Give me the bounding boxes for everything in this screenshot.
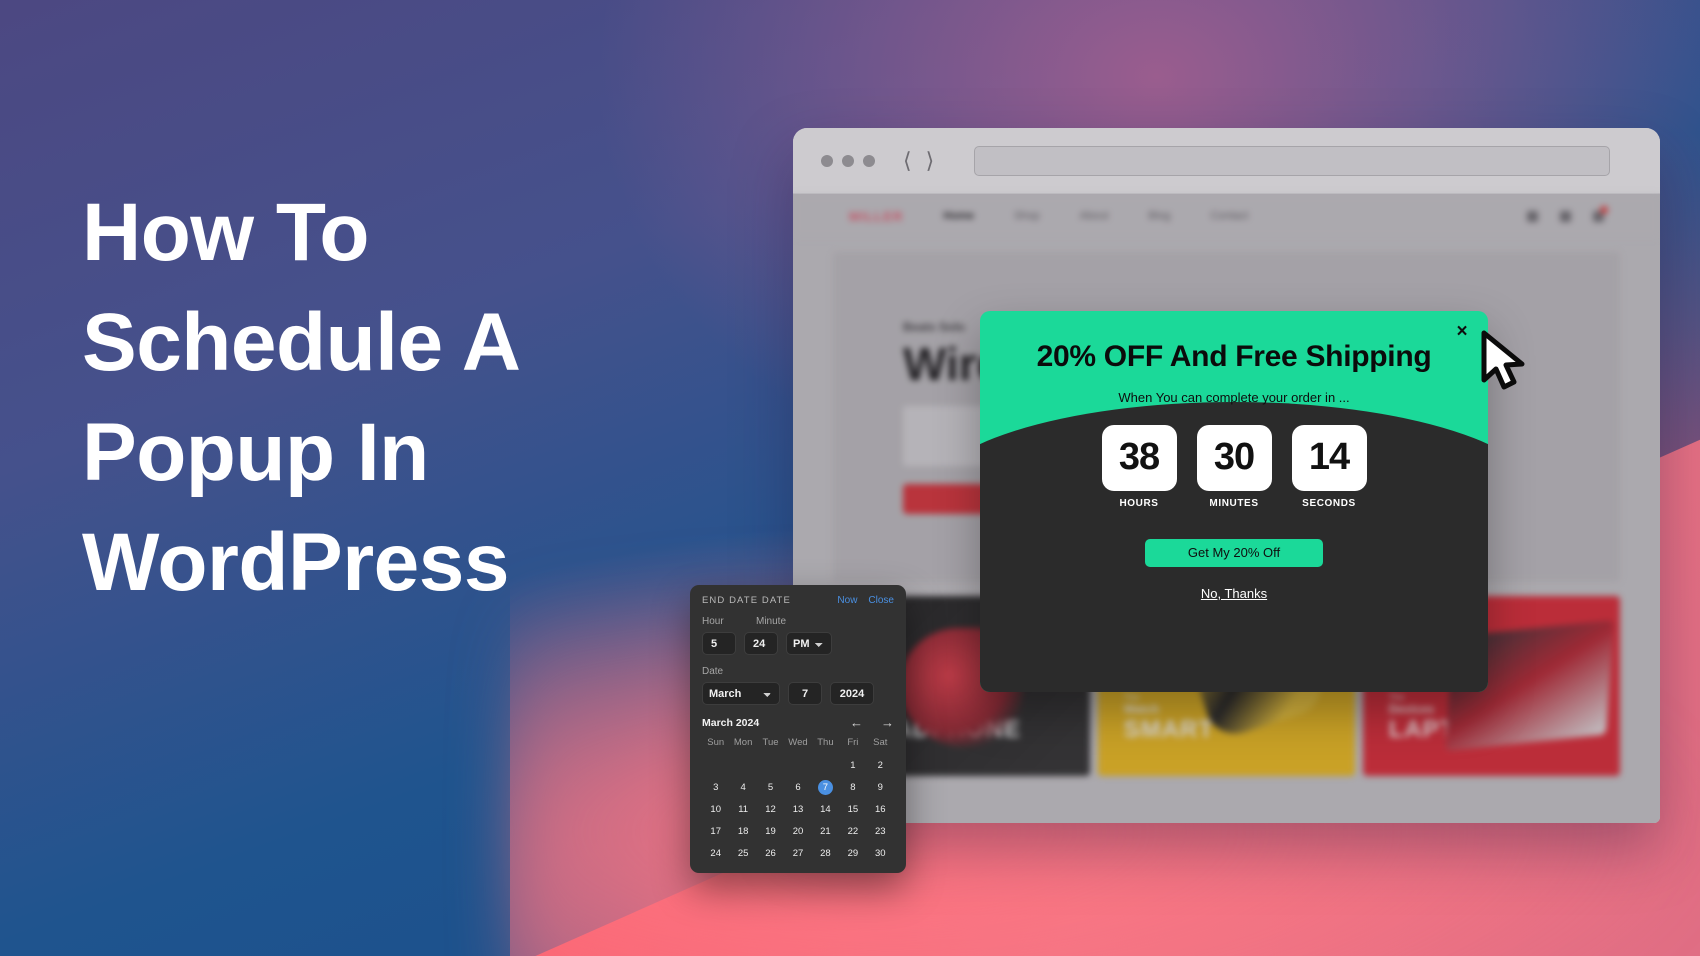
calendar-day[interactable]: 22 xyxy=(839,824,866,839)
date-label: Date xyxy=(702,666,724,677)
countdown-hours-label: HOURS xyxy=(1119,497,1159,509)
calendar-day[interactable]: 4 xyxy=(729,780,756,795)
countdown-minutes-label: MINUTES xyxy=(1209,497,1259,509)
back-icon[interactable]: ⟨ xyxy=(903,149,912,172)
calendar-day[interactable]: 28 xyxy=(812,846,839,861)
calendar-day[interactable]: 21 xyxy=(812,824,839,839)
calendar-day[interactable]: 24 xyxy=(702,846,729,861)
url-input[interactable] xyxy=(974,145,1610,176)
calendar-dow-fri: Fri xyxy=(847,737,859,748)
get-offer-button[interactable]: Get My 20% Off xyxy=(1145,538,1323,567)
calendar-day[interactable]: 10 xyxy=(702,802,729,817)
calendar-day-blank xyxy=(784,758,811,773)
month-select[interactable]: March xyxy=(702,682,780,705)
calendar-day[interactable]: 13 xyxy=(784,802,811,817)
calendar-dow-tue: Tue xyxy=(762,737,779,748)
calendar-day-blank xyxy=(757,758,784,773)
calendar-grid: Sun Mon Tue Wed Thu Fri Sat 1 2 3 4 5 6 7 8 9 10 11 12 13 14… xyxy=(702,737,894,861)
calendar-day[interactable]: 8 xyxy=(839,780,866,795)
calendar-day[interactable]: 6 xyxy=(784,780,811,795)
countdown-unit-minutes: 30 MINUTES xyxy=(1196,424,1272,509)
calendar-day[interactable]: 12 xyxy=(757,802,784,817)
calendar-dow-sun: Sun xyxy=(707,737,725,748)
picker-close-link[interactable]: Close xyxy=(868,595,894,606)
calendar-day[interactable]: 23 xyxy=(867,824,894,839)
calendar-day-blank xyxy=(702,758,729,773)
browser-toolbar: ⟨ ⟩ xyxy=(793,128,1660,194)
prev-month-icon[interactable]: ← xyxy=(850,716,863,729)
calendar-day[interactable]: 5 xyxy=(757,780,784,795)
countdown-timer: 38 HOURS 30 MINUTES 14 SECONDS xyxy=(980,424,1488,509)
minute-input[interactable] xyxy=(744,632,778,655)
calendar-day[interactable]: 20 xyxy=(784,824,811,839)
ampm-select[interactable]: PM xyxy=(786,632,832,655)
time-inputs-row: PM xyxy=(702,632,894,655)
calendar-day[interactable]: 19 xyxy=(757,824,784,839)
calendar-day[interactable]: 25 xyxy=(729,846,756,861)
popup-title: 20% OFF And Free Shipping xyxy=(1036,340,1432,373)
calendar-nav: ← → xyxy=(850,716,894,729)
calendar-day-blank xyxy=(729,758,756,773)
countdown-unit-hours: 38 HOURS xyxy=(1101,424,1177,509)
calendar-dow-thu: Thu xyxy=(817,737,834,748)
calendar-day[interactable]: 14 xyxy=(812,802,839,817)
calendar-day[interactable]: 16 xyxy=(867,802,894,817)
time-labels-row: Hour Minute xyxy=(702,616,894,632)
calendar-dow-wed: Wed xyxy=(788,737,808,748)
window-close-dot[interactable] xyxy=(821,154,833,167)
decline-offer-link[interactable]: No, Thanks xyxy=(980,586,1488,601)
window-minimize-dot[interactable] xyxy=(842,154,854,167)
calendar-day[interactable]: 1 xyxy=(839,758,866,773)
countdown-unit-seconds: 14 SECONDS xyxy=(1291,424,1367,509)
countdown-minutes-value: 30 xyxy=(1196,424,1272,491)
calendar-day[interactable]: 29 xyxy=(839,846,866,861)
countdown-seconds-value: 14 xyxy=(1291,424,1367,491)
next-month-icon[interactable]: → xyxy=(881,716,894,729)
headline-line-3: Popup In xyxy=(82,406,429,498)
calendar-dow-sat: Sat xyxy=(873,737,888,748)
hour-input[interactable] xyxy=(702,632,736,655)
picker-now-link[interactable]: Now xyxy=(837,595,857,606)
forward-icon[interactable]: ⟩ xyxy=(926,149,935,172)
countdown-seconds-label: SECONDS xyxy=(1302,497,1356,509)
promo-popup: × 20% OFF And Free Shipping When You can… xyxy=(980,311,1488,692)
calendar-day[interactable]: 11 xyxy=(729,802,756,817)
page-title: How To Schedule A Popup In WordPress xyxy=(82,178,702,618)
calendar-day[interactable]: 2 xyxy=(867,758,894,773)
browser-nav-buttons: ⟨ ⟩ xyxy=(903,149,935,172)
popup-subtitle: When You can complete your order in ... xyxy=(1118,389,1350,405)
headline-line-4: WordPress xyxy=(82,516,509,608)
picker-actions: Now Close xyxy=(837,595,894,606)
calendar-dow-mon: Mon xyxy=(733,737,753,748)
window-controls xyxy=(821,154,875,167)
calendar-day[interactable]: 30 xyxy=(867,846,894,861)
calendar-header: March 2024 ← → xyxy=(702,716,894,729)
calendar-day[interactable]: 26 xyxy=(757,846,784,861)
calendar-day[interactable]: 9 xyxy=(867,780,894,795)
calendar-day[interactable]: 7 xyxy=(817,780,833,795)
headline-line-2: Schedule A xyxy=(82,296,521,388)
window-maximize-dot[interactable] xyxy=(863,154,875,167)
calendar-day[interactable]: 3 xyxy=(702,780,729,795)
close-icon[interactable]: × xyxy=(1452,322,1472,342)
picker-header: END DATE DATE Now Close xyxy=(702,595,894,606)
calendar-month-title: March 2024 xyxy=(702,716,760,729)
picker-title: END DATE DATE xyxy=(702,595,791,606)
datetime-picker: END DATE DATE Now Close Hour Minute PM D… xyxy=(690,585,906,873)
calendar-day-blank xyxy=(812,758,839,773)
countdown-hours-value: 38 xyxy=(1101,424,1177,491)
arrow-pointer-icon xyxy=(1481,330,1525,390)
headline-line-1: How To xyxy=(82,187,369,278)
date-inputs-row: March xyxy=(702,682,894,705)
calendar-day[interactable]: 17 xyxy=(702,824,729,839)
year-input[interactable] xyxy=(830,682,874,705)
day-input[interactable] xyxy=(788,682,822,705)
hour-label: Hour xyxy=(702,616,724,627)
minute-label: Minute xyxy=(756,616,787,627)
calendar-day[interactable]: 27 xyxy=(784,846,811,861)
calendar-day[interactable]: 18 xyxy=(729,824,756,839)
calendar-day[interactable]: 15 xyxy=(839,802,866,817)
